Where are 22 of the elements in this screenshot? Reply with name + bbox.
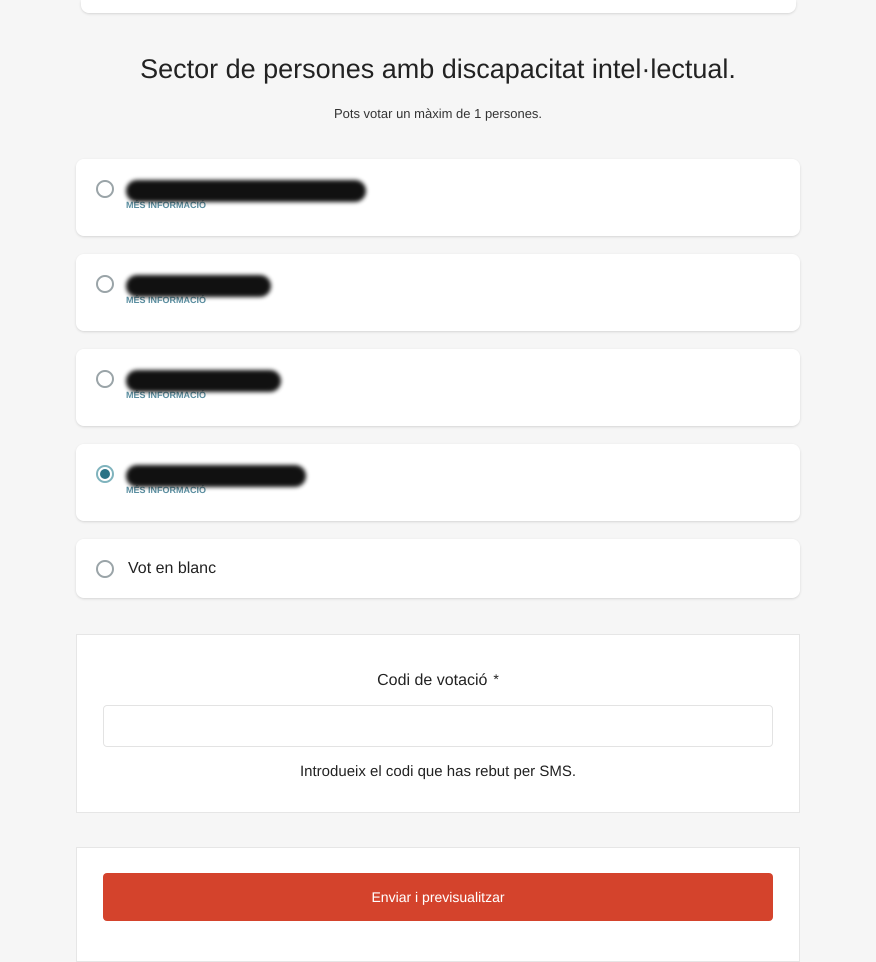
more-info-link[interactable]: MÉS INFORMACIÓ [126,389,281,403]
field-label: Codi de votació [377,671,488,692]
code-input-field[interactable] [103,705,773,748]
section-title: Sector de persones amb discapacitat intel·lectual. [140,53,736,86]
blank-vote-option[interactable]: Vot en blanc [76,539,800,598]
radio-button[interactable] [96,465,114,484]
candidate-option[interactable]: MÉS INFORMACIÓ [76,444,800,522]
more-info-link[interactable]: MÉS INFORMACIÓ [126,484,306,498]
radio-button[interactable] [96,180,114,198]
option-label: Vot en blanc [128,558,216,579]
radio-button[interactable] [96,560,114,578]
more-info-link[interactable]: MÉS INFORMACIÓ [126,294,271,308]
candidate-option[interactable]: MÉS INFORMACIÓ [76,254,800,332]
more-info-link[interactable]: MÉS INFORMACIÓ [126,199,366,213]
required-mark: * [493,670,499,690]
candidate-option[interactable]: MÉS INFORMACIÓ [76,159,800,236]
radio-button[interactable] [96,370,114,388]
candidate-option[interactable]: MÉS INFORMACIÓ [76,349,800,426]
radio-button[interactable] [96,275,114,294]
help-text: Introdueix el codi que has rebut per SMS. [300,762,576,782]
section-subtitle: Pots votar un màxim de 1 persones. [334,104,542,123]
submit-button[interactable]: Enviar i previsualitzar [103,873,773,922]
